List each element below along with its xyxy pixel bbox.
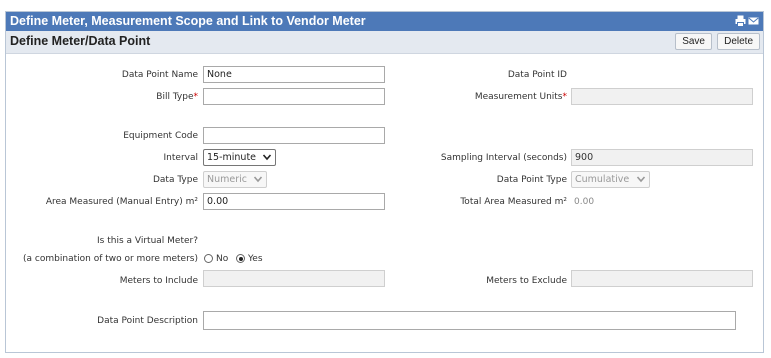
- bill-type-label: Bill Type*: [156, 92, 198, 102]
- data-type-selected-value: Numeric: [207, 174, 247, 185]
- virtual-meter-sub-label: (a combination of two or more meters): [23, 254, 198, 264]
- window-title: Define Meter, Measurement Scope and Link…: [10, 14, 366, 28]
- window-title-bar: Define Meter, Measurement Scope and Link…: [6, 12, 763, 31]
- data-point-description-input[interactable]: [203, 311, 736, 330]
- data-point-type-label: Data Point Type: [496, 175, 567, 185]
- sampling-interval-input: [571, 149, 753, 166]
- virtual-meter-label: Is this a Virtual Meter?: [97, 236, 198, 246]
- save-button[interactable]: Save: [675, 33, 712, 50]
- data-type-label: Data Type: [152, 175, 198, 185]
- interval-select[interactable]: 15-minute: [203, 149, 276, 166]
- virtual-meter-no-label: No: [216, 254, 229, 264]
- chevron-down-icon: [636, 176, 646, 183]
- data-point-id-label: Data Point ID: [507, 70, 567, 80]
- bill-type-input[interactable]: [203, 88, 385, 105]
- measurement-units-label: Measurement Units*: [474, 92, 568, 102]
- total-area-label: Total Area Measured m²: [460, 197, 567, 207]
- meters-exclude-input: [571, 270, 753, 287]
- envelope-icon[interactable]: [748, 15, 759, 27]
- area-measured-label: Area Measured (Manual Entry) m²: [45, 197, 198, 207]
- interval-selected-value: 15-minute: [207, 152, 257, 163]
- data-point-name-input[interactable]: [203, 66, 385, 83]
- meters-include-input: [203, 270, 385, 287]
- meter-definition-panel: Define Meter, Measurement Scope and Link…: [5, 11, 764, 353]
- data-type-select: Numeric: [203, 171, 267, 188]
- meters-exclude-label: Meters to Exclude: [486, 276, 567, 286]
- required-marker: *: [562, 92, 568, 102]
- virtual-meter-no-radio[interactable]: [204, 254, 213, 263]
- sampling-interval-label: Sampling Interval (seconds): [440, 153, 567, 163]
- total-area-value: 0.00: [574, 197, 595, 207]
- required-marker: *: [193, 92, 199, 102]
- data-point-type-select: Cumulative: [571, 171, 650, 188]
- data-point-description-label: Data Point Description: [97, 316, 198, 326]
- data-point-type-selected-value: Cumulative: [575, 174, 630, 185]
- delete-button[interactable]: Delete: [717, 33, 760, 50]
- interval-label: Interval: [163, 153, 198, 163]
- chevron-down-icon: [262, 154, 272, 161]
- virtual-meter-yes-radio[interactable]: [236, 254, 245, 263]
- equipment-code-label: Equipment Code: [123, 131, 198, 141]
- measurement-units-input: [571, 88, 753, 105]
- meters-include-label: Meters to Include: [119, 276, 198, 286]
- printer-icon[interactable]: [735, 15, 746, 27]
- area-measured-input[interactable]: [203, 193, 385, 210]
- equipment-code-input[interactable]: [203, 127, 385, 144]
- section-header: Define Meter/Data Point Save Delete: [6, 31, 763, 54]
- chevron-down-icon: [253, 176, 263, 183]
- data-point-name-label: Data Point Name: [121, 70, 198, 80]
- section-title: Define Meter/Data Point: [10, 34, 151, 48]
- virtual-meter-yes-label: Yes: [248, 254, 263, 264]
